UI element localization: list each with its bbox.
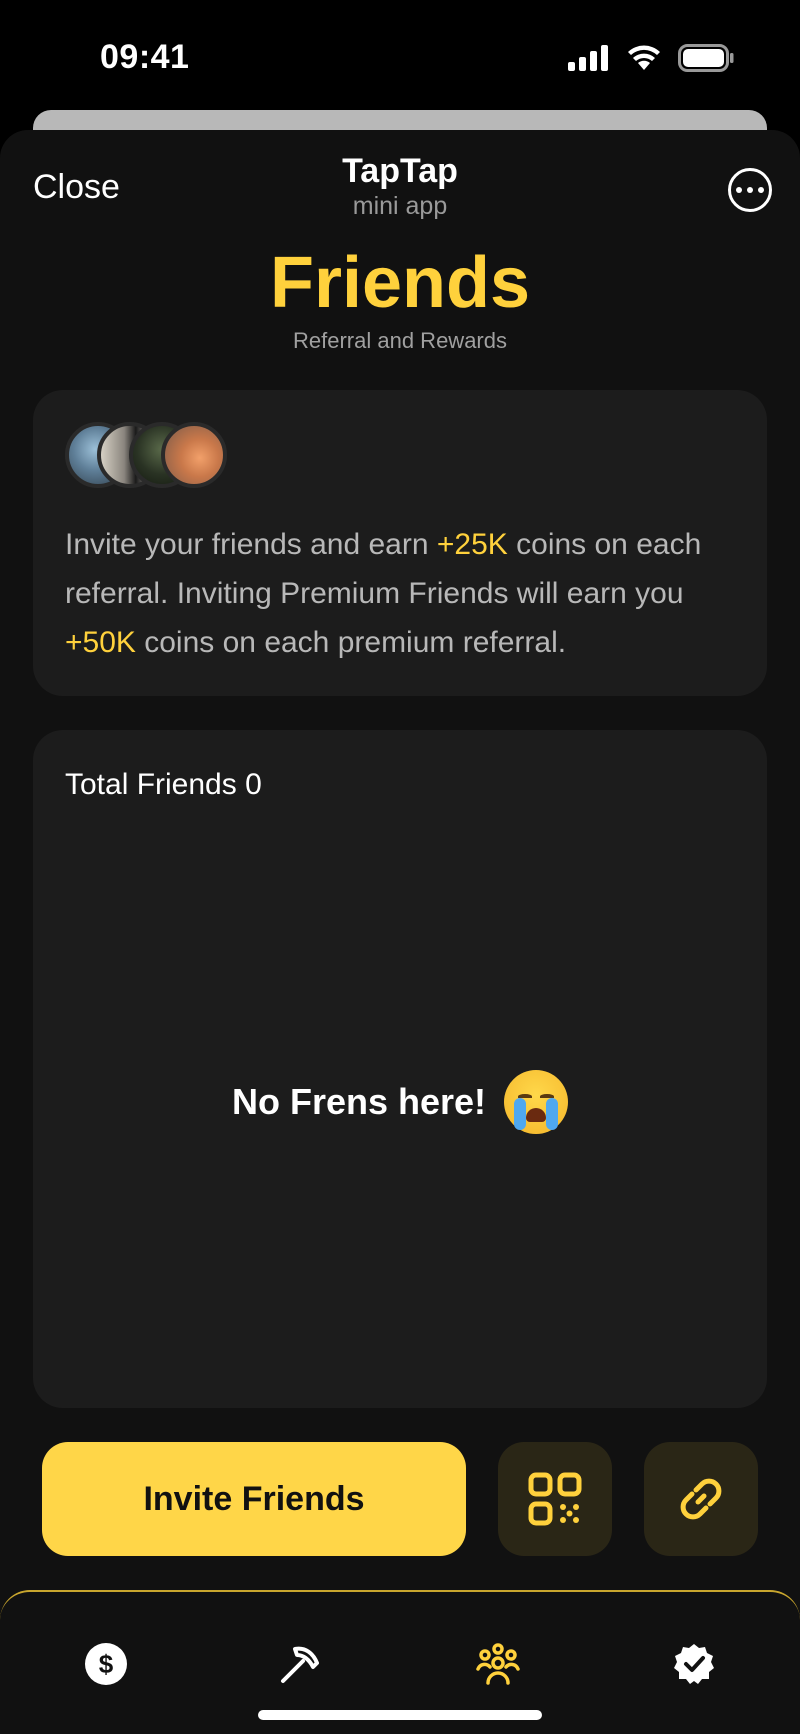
signal-icon (568, 45, 608, 71)
empty-state: No Frens here! (33, 1070, 767, 1134)
invite-friends-button[interactable]: Invite Friends (42, 1442, 466, 1556)
link-icon (680, 1478, 722, 1520)
app-title: TapTap (342, 152, 458, 190)
nav-earn[interactable]: $ (78, 1636, 134, 1692)
nav-tasks[interactable] (666, 1636, 722, 1692)
nav-friends[interactable] (470, 1636, 526, 1692)
referral-text: coins on each premium referral. (135, 626, 567, 659)
wifi-icon (628, 45, 660, 70)
empty-state-text: No Frens here! (231, 1081, 487, 1122)
status-time: 09:41 (100, 38, 190, 76)
avatar-stack (65, 422, 265, 490)
pickaxe-icon (281, 1646, 319, 1683)
page-title: Friends (269, 243, 531, 323)
total-friends-label: Total Friends 0 (65, 768, 262, 801)
status-bar: 09:41 (0, 0, 800, 110)
premium-reward: +50K (65, 626, 136, 659)
app-subtitle: mini app (352, 192, 448, 220)
referral-description: Invite your friends and earn +25K coins … (65, 520, 745, 667)
status-icons (568, 44, 734, 72)
more-icon[interactable] (728, 168, 772, 212)
avatar (161, 422, 227, 488)
friends-icon (476, 1643, 520, 1685)
battery-icon (678, 44, 734, 72)
referral-text: Invite your friends and earn (65, 528, 437, 561)
nav-mine[interactable] (272, 1636, 328, 1692)
referral-reward: +25K (436, 528, 508, 561)
referral-info-card: Invite your friends and earn +25K coins … (33, 390, 767, 696)
verified-badge-icon (674, 1644, 714, 1684)
copy-link-button[interactable] (644, 1442, 758, 1556)
mini-app-sheet: Close TapTap mini app Friends Referral a… (0, 130, 800, 1734)
page-subtitle: Referral and Rewards (293, 328, 507, 353)
friends-list-card: Total Friends 0 No Frens here! (33, 730, 767, 1408)
svg-text:$: $ (99, 1649, 114, 1679)
qr-code-icon (528, 1472, 582, 1526)
home-indicator (258, 1710, 542, 1720)
crying-face-icon (504, 1070, 569, 1134)
dollar-coin-icon: $ (85, 1643, 127, 1685)
qr-code-button[interactable] (498, 1442, 612, 1556)
